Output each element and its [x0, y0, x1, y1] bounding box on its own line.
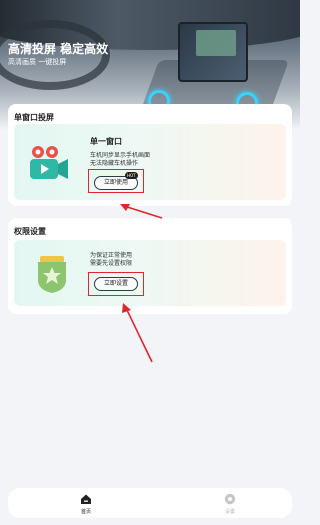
annotation-arrow [122, 303, 153, 363]
hero-title: 高清投屏 稳定高效 [8, 42, 109, 56]
single-window-card: 单窗口投屏 单一窗口 车机同步显示手机画面 无法隐藏车机操作 立即使用 HOT [8, 104, 292, 206]
tab-settings[interactable]: 设置 [200, 490, 260, 516]
card-heading: 权限设置 [14, 227, 46, 236]
panel-desc-line1: 为保证正常使用 [90, 252, 133, 259]
single-window-panel: 单一窗口 车机同步显示手机画面 无法隐藏车机操作 立即使用 HOT [14, 124, 286, 200]
panel-desc-line1: 车机同步显示手机画面 [90, 152, 151, 159]
settings-icon [224, 493, 236, 505]
shield-star-icon [38, 256, 66, 293]
card-heading: 单窗口投屏 [14, 113, 54, 122]
home-icon [81, 494, 91, 504]
annotation-arrow [120, 204, 163, 219]
bottom-tab-bar: 首页 设置 [8, 488, 292, 518]
tab-home[interactable]: 首页 [56, 490, 116, 516]
tab-settings-label: 设置 [224, 509, 235, 515]
permission-panel: 为保证正常使用 需要先设置权限 立即设置 [14, 240, 286, 306]
hero-subtitle: 高清画质 一键投屏 [8, 58, 67, 66]
car-screen-map [196, 30, 236, 56]
video-camera-icon [30, 146, 68, 179]
panel-desc-line2: 无法隐藏车机操作 [90, 160, 139, 167]
hot-badge: HOT [125, 172, 138, 179]
panel-desc-line2: 需要先设置权限 [90, 260, 133, 267]
panel-title: 单一窗口 [90, 137, 122, 146]
set-now-button[interactable]: 立即设置 [94, 277, 138, 291]
tab-home-label: 首页 [80, 509, 91, 515]
